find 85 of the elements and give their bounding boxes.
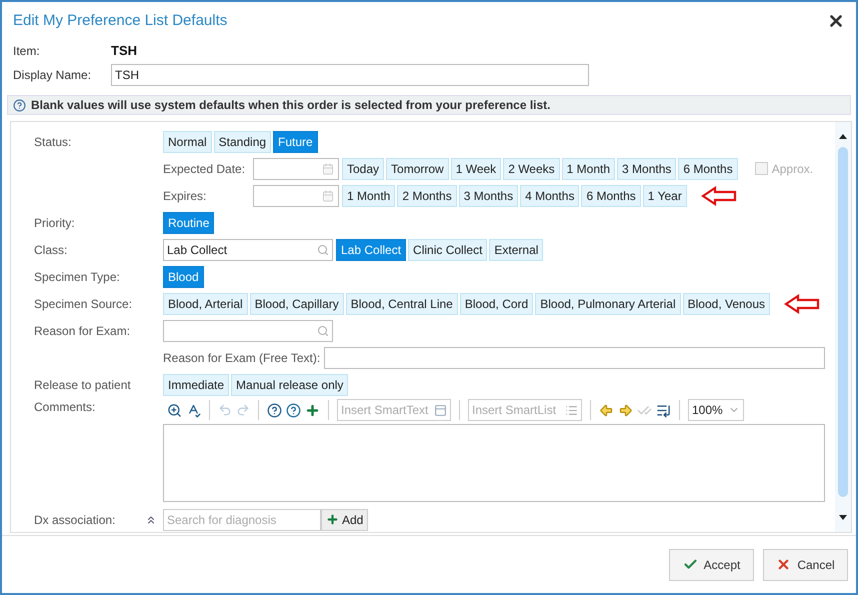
option-button[interactable]: Today	[342, 158, 384, 180]
option-button[interactable]: 1 Year	[642, 184, 687, 206]
field-label: Status:	[34, 134, 72, 150]
option-button[interactable]: Tomorrow	[386, 158, 449, 180]
window-icon	[434, 404, 447, 416]
option-button[interactable]: Blood, Pulmonary Arterial	[535, 292, 681, 314]
close-icon	[776, 557, 792, 572]
item-value: TSH	[111, 42, 137, 60]
field-label: Release to patient	[34, 376, 131, 394]
option-button[interactable]: 2 Months	[397, 184, 457, 206]
option-button[interactable]: Blood, Arterial	[163, 292, 248, 314]
zoom-dropdown[interactable]: 100%	[688, 399, 744, 421]
option-button[interactable]: External	[489, 238, 544, 260]
field-label: Dx association:	[34, 512, 116, 528]
close-icon[interactable]	[827, 12, 845, 30]
field-label: Specimen Source:	[34, 296, 132, 312]
option-button[interactable]: 1 Month	[342, 184, 396, 206]
option-button[interactable]: 1 Month	[562, 158, 616, 180]
dialog-title: Edit My Preference List Defaults	[13, 10, 228, 31]
text-field[interactable]	[324, 346, 825, 368]
help-icon[interactable]	[267, 402, 282, 418]
help-icon[interactable]	[286, 402, 301, 418]
option-button[interactable]: Blood, Cord	[460, 292, 534, 314]
comments-textarea[interactable]	[163, 424, 825, 502]
field-label: Reason for Exam (Free Text):	[163, 350, 320, 366]
field-label: Comments:	[34, 399, 96, 416]
info-text: Blank values will use system defaults when this order is selected from your preference list.	[31, 97, 551, 114]
collapse-icon[interactable]	[145, 514, 157, 526]
cancel-button[interactable]: Cancel	[763, 548, 848, 580]
option-button[interactable]: 6 Months	[678, 158, 738, 180]
add-button[interactable]: Add	[321, 508, 368, 530]
redo-icon[interactable]	[236, 403, 250, 417]
option-button[interactable]: Standing	[214, 130, 272, 152]
search-icon	[317, 324, 329, 336]
scrollbar[interactable]	[835, 122, 851, 532]
search-icon	[317, 244, 329, 256]
date-field[interactable]	[253, 184, 339, 206]
option-button[interactable]: Future	[273, 130, 318, 152]
arrow-icon	[784, 294, 820, 314]
option-button[interactable]: 4 Months	[520, 184, 580, 206]
option-button[interactable]: Normal	[163, 130, 212, 152]
lookup-field[interactable]	[163, 320, 333, 342]
option-button[interactable]: 2 Weeks	[503, 158, 560, 180]
option-button[interactable]: Clinic Collect	[408, 238, 488, 260]
option-button[interactable]: Blood, Capillary	[250, 292, 344, 314]
approx-label: Approx.	[772, 160, 814, 178]
plus-icon	[326, 513, 339, 526]
display-name-field[interactable]: TSH	[111, 64, 589, 86]
approx-checkbox[interactable]	[754, 162, 768, 175]
option-button[interactable]: Manual release only	[231, 374, 348, 396]
field-label: Expected Date:	[163, 162, 246, 176]
zoom-icon[interactable]	[167, 402, 182, 418]
option-button[interactable]: Lab Collect	[336, 238, 406, 260]
list-arrow-icon[interactable]	[656, 402, 671, 418]
scroll-up-icon[interactable]	[839, 134, 847, 139]
option-button[interactable]: Immediate	[163, 374, 230, 396]
calendar-icon	[322, 190, 334, 202]
item-label: Item:	[13, 43, 41, 60]
spellcheck-icon[interactable]	[186, 402, 201, 418]
field-label: Priority:	[34, 214, 75, 232]
scroll-thumb[interactable]	[838, 147, 848, 497]
help-icon	[13, 98, 26, 112]
option-button[interactable]: Blood	[163, 266, 204, 288]
option-button[interactable]: 3 Months	[617, 158, 676, 180]
lookup-field[interactable]: Lab Collect	[163, 238, 333, 260]
undo-icon[interactable]	[218, 403, 232, 417]
field-label: Class:	[34, 242, 68, 258]
display-name-label: Display Name:	[13, 67, 92, 84]
scroll-down-icon[interactable]	[839, 515, 847, 520]
arrow-icon	[700, 186, 737, 206]
option-button[interactable]: Blood, Venous	[682, 292, 770, 314]
field-label: Specimen Type:	[34, 268, 120, 286]
field-label: Reason for Exam:	[34, 322, 130, 340]
option-button[interactable]: 3 Months	[458, 184, 518, 206]
option-button[interactable]: 1 Week	[450, 158, 502, 180]
option-button[interactable]: Blood, Central Line	[346, 292, 458, 314]
option-button[interactable]: 6 Months	[581, 184, 641, 206]
add-icon[interactable]	[305, 402, 320, 418]
arrow-right-icon[interactable]	[618, 402, 633, 418]
accept-button[interactable]: Accept	[669, 548, 754, 580]
option-button[interactable]: Routine	[163, 212, 214, 234]
calendar-icon	[322, 162, 334, 174]
arrow-left-icon[interactable]	[599, 402, 614, 418]
field-label: Expires:	[163, 188, 206, 202]
date-field[interactable]	[253, 158, 339, 180]
